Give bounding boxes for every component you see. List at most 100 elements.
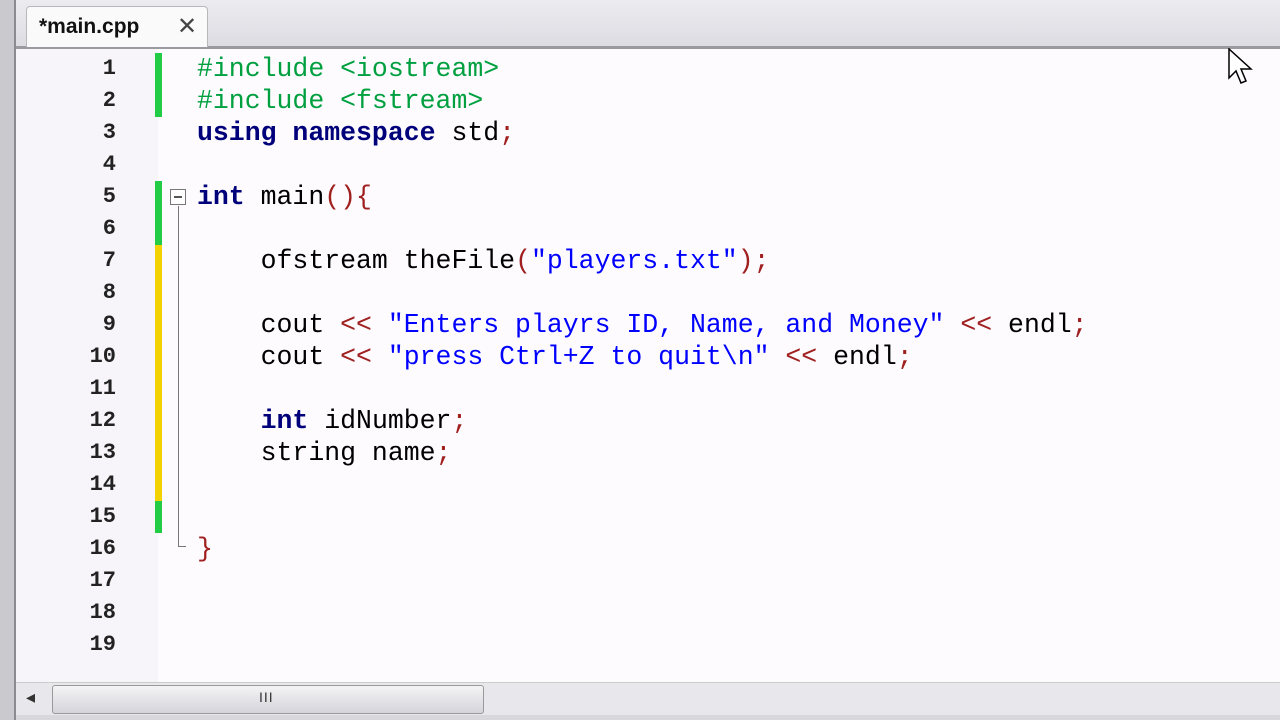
token-pun: ;	[1071, 310, 1088, 340]
code-line[interactable]: 17	[16, 565, 1280, 597]
token-id: std	[435, 118, 500, 148]
code-line[interactable]: 18	[16, 597, 1280, 629]
token-pun: ;	[499, 118, 516, 148]
code-line[interactable]: 9 cout << "Enters playrs ID, Name, and M…	[16, 309, 1280, 341]
change-marker-green	[155, 53, 162, 85]
token-str: "players.txt"	[530, 246, 738, 276]
line-number: 5	[102, 184, 116, 209]
fold-line	[178, 206, 179, 546]
token-pun: ;	[896, 342, 913, 372]
token-pun: <<	[340, 310, 372, 340]
line-number: 10	[89, 344, 116, 369]
grip-icon: III	[259, 689, 274, 705]
token-str: "press Ctrl+Z to quit\n"	[371, 342, 786, 372]
code-text: int main(){	[197, 181, 372, 213]
code-line[interactable]: 1 #include <iostream>	[16, 53, 1280, 85]
token-pun: );	[737, 246, 770, 276]
token-id: string name	[197, 438, 436, 468]
scrollbar-thumb[interactable]: III	[52, 685, 484, 714]
code-text: cout << "Enters playrs ID, Name, and Mon…	[197, 309, 1088, 341]
code-text: #include <fstream>	[197, 85, 483, 117]
line-number: 7	[102, 248, 116, 273]
line-number: 9	[102, 312, 116, 337]
code-editor[interactable]: 1 #include <iostream> 2 #include <fstream> 3…	[16, 49, 1280, 682]
fold-end	[178, 546, 186, 547]
change-marker-yellow	[155, 309, 162, 341]
token-kw: using namespace	[197, 118, 436, 148]
code-line[interactable]: 3 using namespace std;	[16, 117, 1280, 149]
token-pun: (){	[324, 182, 372, 212]
line-number: 19	[89, 632, 116, 657]
code-line[interactable]: 10 cout << "press Ctrl+Z to quit\n" << e…	[16, 341, 1280, 373]
tab-main-cpp[interactable]: *main.cpp ✕	[26, 6, 208, 47]
token-str: "Enters playrs ID, Name, and Money"	[371, 310, 961, 340]
line-number: 12	[89, 408, 116, 433]
close-icon[interactable]: ✕	[177, 12, 197, 41]
code-line[interactable]: 5 int main(){	[16, 181, 1280, 213]
token-pun: ;	[451, 406, 468, 436]
tab-label: *main.cpp	[39, 15, 140, 38]
token-id: idNumber	[308, 406, 452, 436]
line-number: 6	[102, 216, 116, 241]
token-pp: #include <fstream>	[197, 86, 484, 116]
line-number: 3	[102, 120, 116, 145]
line-number: 4	[102, 152, 116, 177]
fold-collapse-icon[interactable]	[170, 189, 186, 205]
code-line[interactable]: 8	[16, 277, 1280, 309]
token-pun: <<	[960, 310, 993, 340]
line-number: 17	[89, 568, 116, 593]
code-line[interactable]: 16}	[16, 533, 1280, 565]
code-text: ofstream theFile("players.txt");	[197, 245, 770, 277]
code-text: #include <iostream>	[197, 53, 499, 85]
change-marker-green	[155, 213, 162, 245]
change-marker-green	[155, 501, 162, 533]
token-id: endl	[992, 310, 1072, 340]
token-pun: <<	[340, 342, 372, 372]
token-pun: ;	[435, 438, 452, 468]
horizontal-scrollbar[interactable]: ◂ III	[16, 682, 1280, 715]
code-line[interactable]: 13 string name;	[16, 437, 1280, 469]
code-line[interactable]: 2 #include <fstream>	[16, 85, 1280, 117]
mouse-cursor-icon	[1228, 48, 1253, 84]
code-text: string name;	[197, 437, 452, 469]
code-text: using namespace std;	[197, 117, 515, 149]
line-number: 18	[89, 600, 116, 625]
scroll-left-icon[interactable]: ◂	[26, 687, 35, 708]
change-marker-yellow	[155, 277, 162, 309]
code-line[interactable]: 4	[16, 149, 1280, 181]
change-marker-yellow	[155, 469, 162, 501]
line-number: 13	[89, 440, 116, 465]
change-marker-yellow	[155, 405, 162, 437]
token-id: cout	[197, 310, 341, 340]
line-number: 15	[89, 504, 116, 529]
code-line[interactable]: 14	[16, 469, 1280, 501]
token-pun: }	[197, 534, 213, 564]
code-text: cout << "press Ctrl+Z to quit\n" << endl…	[197, 341, 913, 373]
code-line[interactable]: 19	[16, 629, 1280, 661]
change-marker-yellow	[155, 245, 162, 277]
change-marker-green	[155, 85, 162, 117]
code-line[interactable]: 12 int idNumber;	[16, 405, 1280, 437]
line-number: 14	[89, 472, 116, 497]
code-line[interactable]: 7 ofstream theFile("players.txt");	[16, 245, 1280, 277]
token-pun: (	[515, 246, 531, 276]
token-kw: int	[197, 182, 245, 212]
token-kw: int	[197, 406, 309, 436]
token-id: endl	[817, 342, 897, 372]
code-line[interactable]: 6	[16, 213, 1280, 245]
line-number: 8	[102, 280, 116, 305]
code-line[interactable]: 11	[16, 373, 1280, 405]
tab-bar: *main.cpp ✕	[0, 0, 1280, 49]
code-line[interactable]: 15	[16, 501, 1280, 533]
window-edge	[0, 0, 16, 720]
code-text: int idNumber;	[197, 405, 468, 437]
line-number: 16	[89, 536, 116, 561]
token-pun: <<	[785, 342, 818, 372]
token-id: main	[244, 182, 325, 212]
code-text: }	[197, 533, 213, 565]
token-id: cout	[197, 342, 341, 372]
token-id: ofstream theFile	[197, 246, 516, 276]
change-marker-green	[155, 181, 162, 213]
line-number: 1	[102, 56, 116, 81]
line-number: 11	[89, 376, 116, 401]
